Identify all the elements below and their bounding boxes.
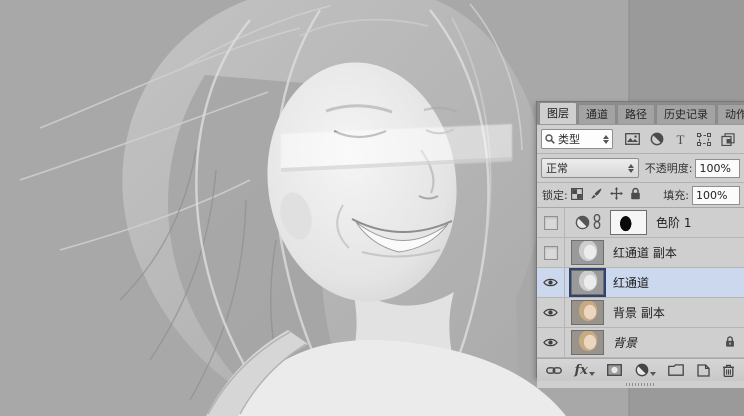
filter-kind-label: 类型: [558, 133, 580, 146]
opacity-input[interactable]: 100%: [695, 158, 740, 178]
lock-row: 锁定: 填充: 100%: [537, 183, 744, 208]
layer-name: 背景: [613, 336, 638, 350]
layer-name: 背景 副本: [613, 306, 665, 320]
pixel-layers-filter-icon[interactable]: [624, 131, 641, 148]
layers-list: 色阶 1 红通道 副本 红通道 背景 副本 背景: [537, 208, 744, 358]
filter-kind-spinner: [603, 134, 609, 144]
fx-dropdown-arrow: [588, 371, 595, 376]
panel-tab-bar: 图层 通道 路径 历史记录 动作: [537, 102, 744, 125]
layers-panel: 图层 通道 路径 历史记录 动作 类型 T 正常 不透明度: 100% 锁定: …: [536, 101, 744, 388]
layer-row-background-copy[interactable]: 背景 副本: [537, 298, 744, 328]
opacity-label: 不透明度:: [644, 162, 693, 175]
new-adjustment-layer-icon[interactable]: [635, 363, 656, 377]
adjustment-layers-filter-icon[interactable]: [648, 131, 665, 148]
delete-layer-icon[interactable]: [722, 364, 735, 377]
fill-label: 填充:: [663, 189, 689, 202]
blend-mode-row: 正常 不透明度: 100%: [537, 154, 744, 183]
filter-kind-select[interactable]: 类型: [541, 129, 613, 149]
background-lock-icon: [725, 335, 735, 350]
link-layers-icon[interactable]: [546, 366, 562, 375]
lock-pixels-icon[interactable]: [590, 187, 603, 203]
visibility-toggle[interactable]: [537, 298, 565, 327]
panel-resize-grip[interactable]: [625, 383, 656, 386]
visibility-toggle[interactable]: [537, 268, 565, 297]
shape-layers-filter-icon[interactable]: [696, 131, 713, 148]
layer-thumbnail[interactable]: [571, 330, 604, 355]
levels-adjustment-icon[interactable]: [575, 215, 590, 230]
type-layers-filter-icon[interactable]: T: [672, 131, 689, 148]
layer-row-levels-1[interactable]: 色阶 1: [537, 208, 744, 238]
fx-label: fx: [574, 362, 588, 378]
blend-mode-value: 正常: [546, 162, 568, 175]
mask-link-icon[interactable]: [593, 213, 601, 232]
visibility-empty-box: [543, 245, 558, 260]
panel-bottom-bar: fx: [537, 358, 744, 381]
lock-all-icon[interactable]: [630, 187, 641, 203]
visibility-toggle[interactable]: [537, 328, 565, 357]
new-layer-icon[interactable]: [696, 363, 710, 377]
layer-name: 色阶 1: [656, 216, 692, 230]
visibility-toggle[interactable]: [537, 208, 565, 237]
layer-row-red-channel-copy[interactable]: 红通道 副本: [537, 238, 744, 268]
layer-filter-row: 类型 T: [537, 125, 744, 154]
lock-icon-group: [570, 187, 641, 203]
tab-paths[interactable]: 路径: [617, 104, 655, 124]
fill-input[interactable]: 100%: [692, 185, 740, 205]
smart-objects-filter-icon[interactable]: [720, 131, 737, 148]
layer-name: 红通道: [613, 276, 650, 290]
layer-thumbnail[interactable]: [569, 268, 606, 297]
layer-name: 红通道 副本: [613, 246, 677, 260]
tab-channels[interactable]: 通道: [578, 104, 616, 124]
lock-position-icon[interactable]: [609, 187, 623, 203]
tab-actions[interactable]: 动作: [717, 104, 744, 124]
add-layer-mask-icon[interactable]: [607, 364, 623, 376]
eye-icon: [543, 278, 558, 287]
lock-transparency-icon[interactable]: [570, 187, 583, 203]
lock-label: 锁定:: [542, 189, 568, 202]
layer-mask-thumbnail[interactable]: [610, 210, 647, 235]
panel-resize-area: [537, 381, 744, 388]
eye-icon: [543, 338, 558, 347]
adjustment-dropdown-arrow: [649, 372, 656, 376]
layer-thumbnail[interactable]: [571, 240, 604, 265]
search-icon: [545, 134, 555, 144]
blend-mode-spinner: [627, 163, 634, 173]
filter-icon-group: T: [621, 131, 740, 148]
eye-icon: [543, 308, 558, 317]
visibility-empty-box: [543, 215, 558, 230]
layer-row-red-channel[interactable]: 红通道: [537, 268, 744, 298]
tab-history[interactable]: 历史记录: [656, 104, 716, 124]
photoshop-workspace: 图层 通道 路径 历史记录 动作 类型 T 正常 不透明度: 100% 锁定: …: [0, 0, 744, 416]
layer-thumbnail[interactable]: [571, 300, 604, 325]
layer-row-background[interactable]: 背景: [537, 328, 744, 358]
new-group-icon[interactable]: [668, 364, 684, 376]
tab-layers[interactable]: 图层: [539, 102, 577, 124]
visibility-toggle[interactable]: [537, 238, 565, 267]
layer-styles-fx-icon[interactable]: fx: [574, 362, 595, 378]
blend-mode-select[interactable]: 正常: [541, 158, 639, 178]
svg-text:T: T: [677, 133, 685, 146]
